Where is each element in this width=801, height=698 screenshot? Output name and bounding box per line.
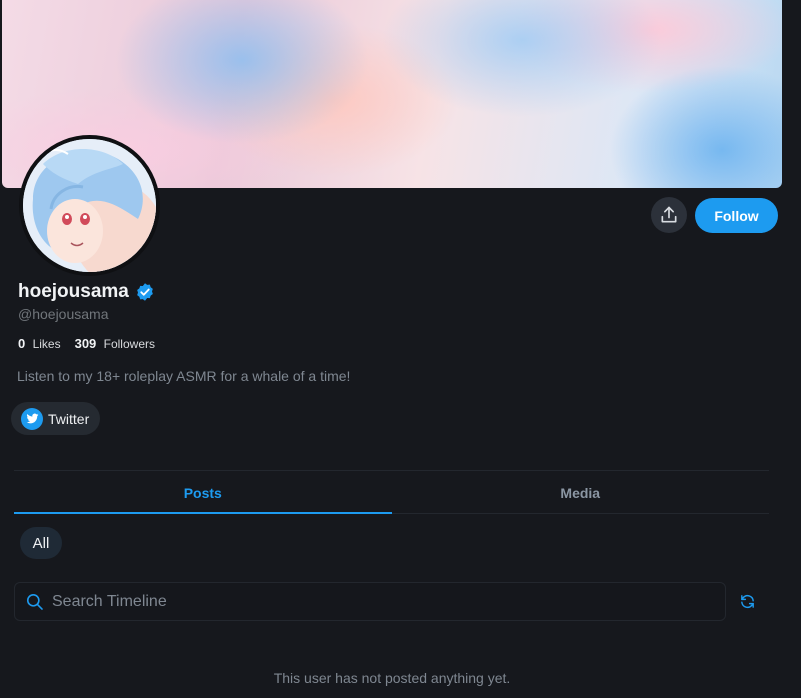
profile-stats: 0 Likes 309 Followers: [18, 336, 155, 351]
followers-label: Followers: [103, 337, 155, 351]
twitter-link[interactable]: Twitter: [11, 402, 101, 435]
profile-tabs: Posts Media: [14, 471, 769, 514]
follow-button[interactable]: Follow: [695, 198, 778, 233]
search-timeline-box[interactable]: [14, 582, 726, 621]
verified-badge-icon: [137, 283, 153, 301]
followers-count: 309: [74, 336, 97, 351]
likes-stat: 0 Likes: [18, 336, 61, 351]
likes-label: Likes: [32, 337, 61, 351]
search-icon: [26, 593, 43, 610]
refresh-icon: [741, 595, 754, 608]
followers-stat[interactable]: 309 Followers: [75, 336, 155, 351]
likes-count: 0: [18, 336, 26, 351]
tabs-divider-bottom: [392, 513, 769, 514]
tab-posts[interactable]: Posts: [14, 471, 392, 514]
empty-timeline-message: This user has not posted anything yet.: [273, 670, 511, 686]
user-handle: @hoejousama: [18, 306, 109, 322]
search-input[interactable]: [52, 592, 725, 611]
share-button[interactable]: [651, 197, 687, 233]
profile-page: Follow hoejousama @hoejousama 0 Likes 30…: [0, 0, 801, 698]
profile-bio: Listen to my 18+ roleplay ASMR for a wha…: [17, 368, 351, 384]
twitter-bird-icon: [21, 407, 43, 430]
tab-media[interactable]: Media: [392, 471, 770, 514]
refresh-button[interactable]: [737, 591, 758, 612]
avatar[interactable]: [19, 135, 160, 276]
share-upload-icon: [661, 206, 677, 223]
twitter-link-label: Twitter: [48, 410, 90, 427]
display-name-text: hoejousama: [18, 281, 129, 302]
filter-all-chip[interactable]: All: [20, 527, 62, 559]
display-name: hoejousama: [18, 281, 155, 303]
